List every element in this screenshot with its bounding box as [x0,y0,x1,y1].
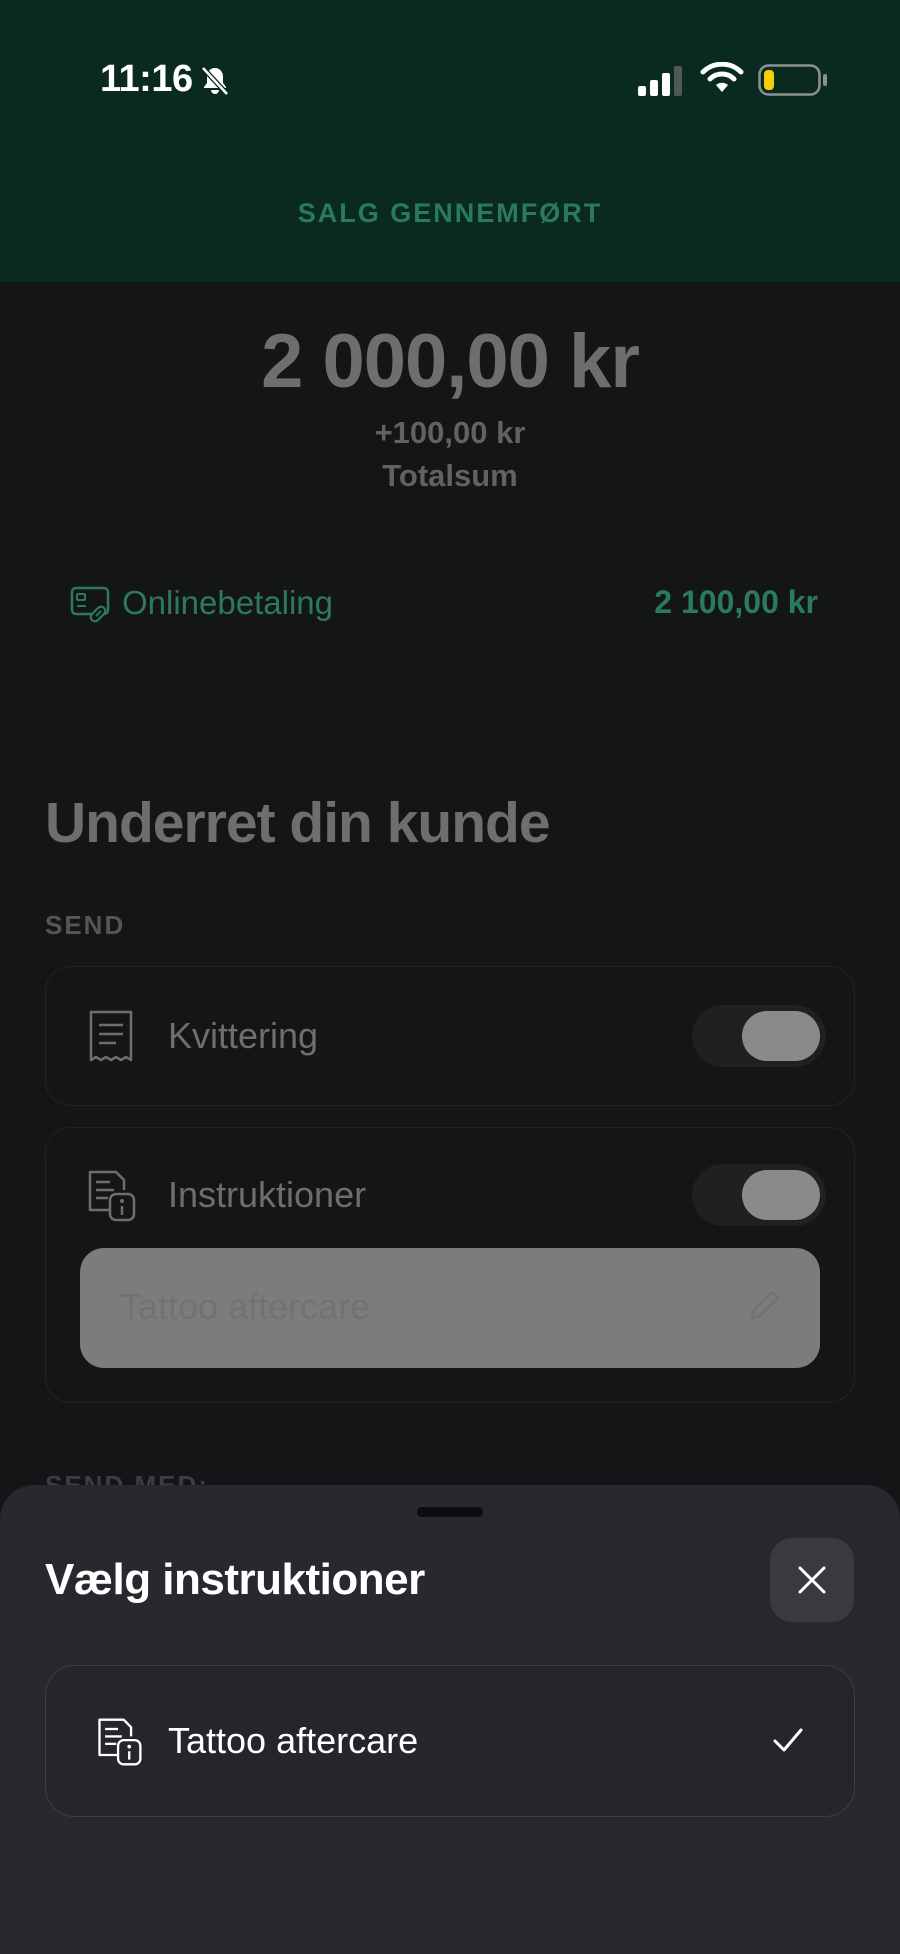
sheet-grabber[interactable] [417,1507,483,1517]
battery-low-icon [758,64,827,96]
close-icon [798,1566,826,1594]
instructions-icon [88,1170,136,1222]
status-bar: 11:16 [0,0,900,140]
notify-title: Underret din kunde [45,791,551,855]
cellular-signal-icon [638,66,682,96]
toggle-knob [742,1170,820,1220]
total-label: Totalsum [382,458,518,493]
receipt-label: Kvittering [168,1015,319,1056]
instructions-card: Instruktioner Tattoo aftercare [45,1127,855,1403]
receipt-card: Kvittering [45,966,855,1106]
receipt-icon [89,1010,133,1062]
wifi-icon [700,62,744,92]
payment-row: Onlinebetaling 2 100,00 kr [70,580,830,630]
pencil-icon [750,1290,780,1320]
instruction-option-label: Tattoo aftercare [168,1720,419,1761]
instructions-select[interactable]: Tattoo aftercare [80,1248,820,1368]
send-label: SEND [45,910,126,940]
instructions-label: Instruktioner [168,1174,367,1215]
instruction-option[interactable]: Tattoo aftercare [45,1665,855,1817]
instructions-selected-value: Tattoo aftercare [120,1286,371,1327]
online-payment-icon [70,586,110,623]
tip-amount: +100,00 kr [374,415,526,450]
header-title: SALG GENNEMFØRT [297,198,603,228]
receipt-toggle[interactable] [692,1005,826,1067]
toggle-knob [742,1011,820,1061]
status-time: 11:16 [100,58,193,100]
checkmark-icon [773,1728,803,1752]
payment-amount: 2 100,00 kr [654,584,818,620]
instructions-icon [98,1718,142,1766]
instructions-toggle[interactable] [692,1164,826,1226]
bell-slash-icon [201,66,229,96]
sale-amount: 2 000,00 kr [261,319,640,404]
payment-method-label: Onlinebetaling [122,584,333,621]
instructions-sheet: Vælg instruktioner Tattoo aftercare [0,1485,900,1954]
screen: 11:16 SALG GENNEMFØRT 2 000,00 kr +100,0… [0,0,900,1954]
close-button[interactable] [770,1538,854,1622]
sheet-title: Vælg instruktioner [45,1555,425,1604]
header: 11:16 SALG GENNEMFØRT [0,0,900,282]
